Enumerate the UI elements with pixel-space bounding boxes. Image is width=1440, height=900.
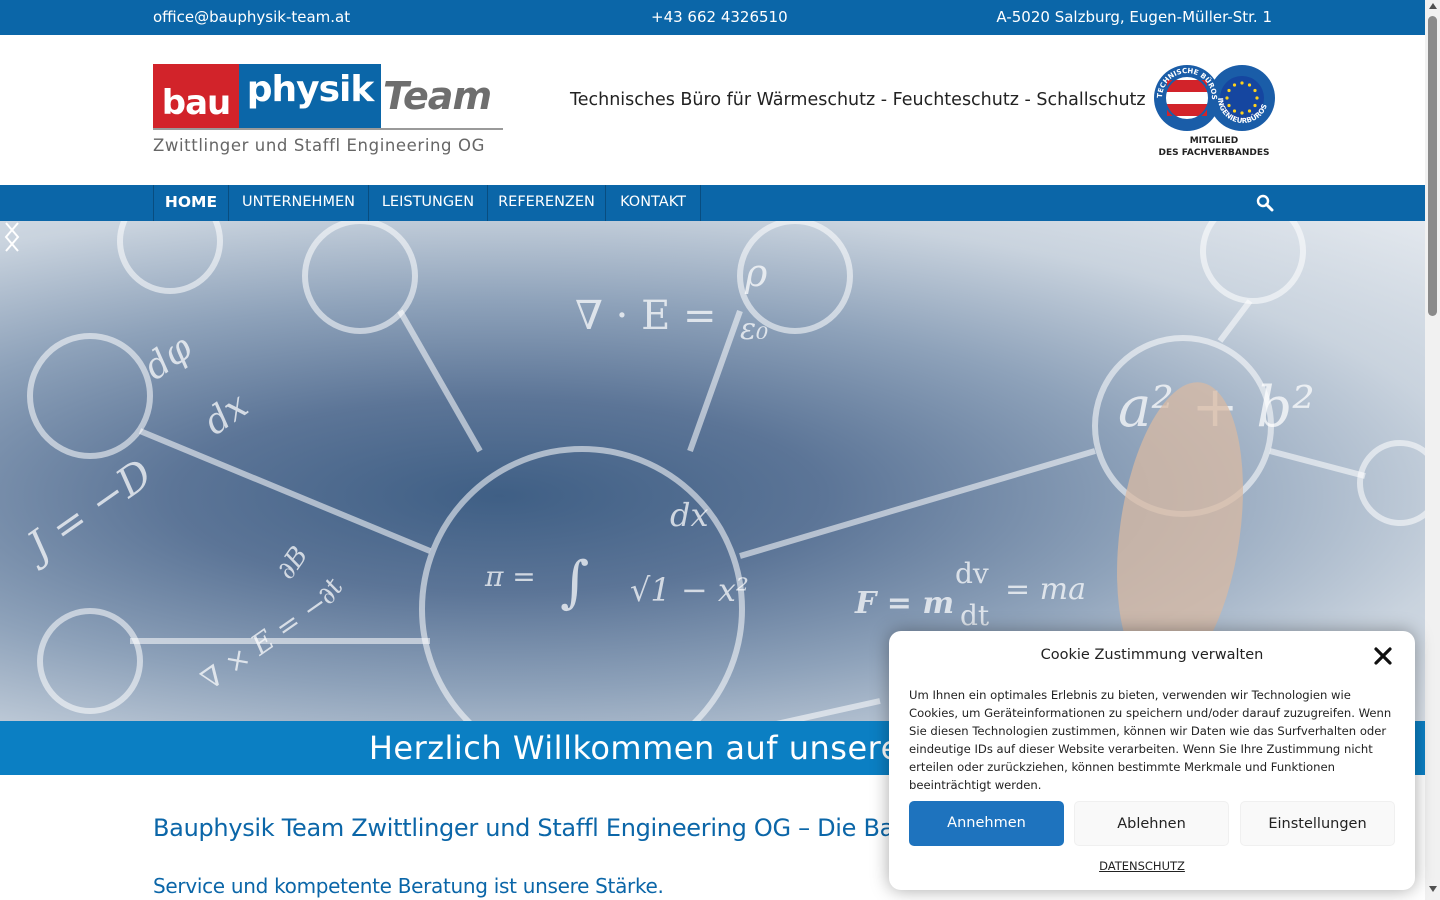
privacy-link[interactable]: DATENSCHUTZ	[889, 859, 1395, 873]
scroll-up-arrow-icon[interactable]	[1429, 3, 1437, 9]
formula-pi: π =	[484, 560, 536, 593]
vertical-scrollbar[interactable]	[1425, 0, 1440, 900]
header-tagline: Technisches Büro für Wärmeschutz - Feuch…	[570, 90, 1146, 110]
nav-item-unternehmen[interactable]: UNTERNEHMEN	[229, 185, 369, 221]
accept-button[interactable]: Annehmen	[909, 801, 1064, 846]
formula-ma: = ma	[1005, 572, 1086, 607]
badge-line-2: DES FACHVERBANDES	[1158, 148, 1270, 158]
nav-item-home[interactable]: HOME	[154, 185, 229, 221]
logo-team: Team	[383, 74, 492, 118]
cookie-text: Um Ihnen ein optimales Erlebnis zu biete…	[909, 688, 1392, 792]
cookie-consent-dialog: Cookie Zustimmung verwalten Um Ihnen ein…	[889, 631, 1415, 890]
formula-eps: ε₀	[740, 312, 768, 347]
cookie-title: Cookie Zustimmung verwalten	[1040, 647, 1264, 663]
email-link[interactable]: office@bauphysik-team.at	[153, 8, 350, 26]
badge-text: MITGLIED DES FACHVERBANDES	[1152, 135, 1276, 159]
chevron-right-icon[interactable]	[0, 221, 24, 253]
scroll-thumb[interactable]	[1428, 16, 1437, 316]
address-text: A-5020 Salzburg, Eugen-Müller-Str. 1	[996, 8, 1272, 26]
logo-bau: bau	[153, 64, 239, 128]
site-header: bau physik Team Zwittlinger und Staffl E…	[0, 35, 1425, 185]
logo-subtitle: Zwittlinger und Staffl Engineering OG	[153, 136, 485, 155]
formula-integral: ∫	[560, 550, 589, 615]
logo-divider	[153, 128, 503, 130]
page: office@bauphysik-team.at +43 662 4326510…	[0, 0, 1440, 900]
top-bar: office@bauphysik-team.at +43 662 4326510…	[0, 0, 1425, 35]
page-subheading: Service und kompetente Beratung ist unse…	[153, 874, 664, 898]
site-logo[interactable]: bau physik Team Zwittlinger und Staffl E…	[153, 64, 505, 160]
nav-item-referenzen[interactable]: REFERENZEN	[488, 185, 606, 221]
nav-item-leistungen[interactable]: LEISTUNGEN	[369, 185, 488, 221]
formula-dx: dx	[197, 385, 256, 443]
page-heading: Bauphysik Team Zwittlinger und Staffl En…	[153, 814, 1009, 842]
formula-dt: dt	[960, 599, 990, 632]
scroll-down-arrow-icon[interactable]	[1429, 886, 1437, 892]
formula-sqrt: √1 − x²	[630, 571, 749, 609]
formula-dB: ∂B	[271, 541, 314, 585]
main-nav: HOME UNTERNEHMEN LEISTUNGEN REFERENZEN K…	[0, 185, 1425, 221]
formula-gauss: ∇ · E =	[575, 293, 717, 339]
fachverband-badge: TECHNISCHE BÜROS INGENIEURBÜROS MITGLIED…	[1152, 63, 1276, 159]
badge-line-1: MITGLIED	[1189, 136, 1239, 146]
settings-button[interactable]: Einstellungen	[1240, 801, 1395, 846]
fachverband-badge-icon: TECHNISCHE BÜROS INGENIEURBÜROS	[1154, 65, 1275, 131]
close-icon[interactable]	[1374, 647, 1392, 665]
nav-item-kontakt[interactable]: KONTAKT	[606, 185, 701, 221]
logo-physik: physik	[239, 64, 381, 128]
formula-rho: ρ	[744, 251, 768, 295]
formula-newton: F = m	[854, 586, 954, 621]
formula-dx2: dx	[670, 496, 709, 534]
formula-dv: dv	[955, 557, 989, 590]
search-icon[interactable]	[1256, 194, 1274, 212]
formula-fick: J = −D	[14, 451, 161, 573]
deny-button[interactable]: Ablehnen	[1074, 801, 1229, 846]
phone-link[interactable]: +43 662 4326510	[651, 8, 788, 26]
